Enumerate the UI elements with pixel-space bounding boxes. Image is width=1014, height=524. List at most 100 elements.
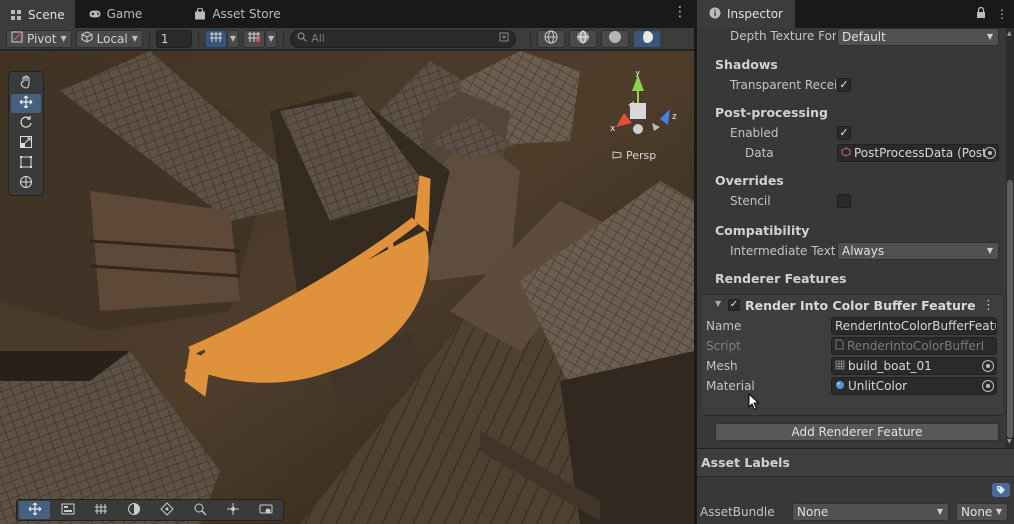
- feature-name-label: Name: [706, 319, 742, 333]
- search-icon: [297, 32, 307, 45]
- transparent-receive-label: Transparent Recei: [730, 78, 836, 92]
- grid-snap-icon: [209, 31, 223, 46]
- transform-tool[interactable]: [11, 174, 41, 193]
- toolbar-divider: [148, 30, 150, 47]
- transparent-receive-checkbox[interactable]: ✓: [837, 78, 851, 92]
- stencil-label: Stencil: [730, 194, 771, 208]
- tab-asset-store[interactable]: Asset Store: [184, 0, 290, 28]
- asset-labels-header[interactable]: Asset Labels: [697, 449, 1014, 477]
- chevron-down-icon: ▼: [131, 34, 138, 43]
- assetbundle-variant-dropdown[interactable]: None ▼: [956, 503, 1008, 521]
- object-picker-icon[interactable]: [984, 147, 996, 159]
- scriptable-object-icon: [841, 146, 851, 160]
- feature-script-value: RenderIntoColorBufferI: [847, 339, 985, 353]
- hand-tool[interactable]: [11, 74, 41, 93]
- scroll-up-icon[interactable]: ▲: [1007, 30, 1012, 37]
- object-picker-icon[interactable]: [982, 360, 994, 372]
- intermediate-texture-label: Intermediate Textu: [730, 244, 836, 258]
- overlay-camera-button[interactable]: [250, 501, 281, 519]
- pivot-dropdown[interactable]: Pivot ▼: [6, 29, 72, 48]
- feature-foldout-icon[interactable]: ▼: [715, 299, 721, 308]
- depth-texture-label: Depth Texture Forı: [730, 29, 836, 43]
- feature-name-field[interactable]: RenderIntoColorBufferFeatu: [831, 317, 997, 335]
- intermediate-texture-dropdown[interactable]: Always ▼: [837, 242, 999, 260]
- scene-menu-icon[interactable]: ⋮: [673, 4, 687, 20]
- hand-icon: [19, 75, 33, 92]
- shaded-sphere-icon: [640, 30, 654, 47]
- script-file-icon: [835, 339, 844, 353]
- pivot-icon: [11, 31, 23, 46]
- pp-data-field[interactable]: PostProcessData (Post: [837, 144, 999, 162]
- object-picker-icon[interactable]: [982, 380, 994, 392]
- feature-mesh-field[interactable]: build_boat_01: [831, 357, 997, 375]
- wireframe-sphere-icon: [544, 30, 558, 47]
- feature-mesh-label: Mesh: [706, 359, 738, 373]
- rect-tool[interactable]: [11, 154, 41, 173]
- checkmark-icon: ✓: [839, 78, 849, 91]
- overlay-navigation-button[interactable]: [151, 501, 182, 519]
- transform-tools: [8, 71, 44, 196]
- feature-material-field[interactable]: UnlitColor: [831, 377, 997, 395]
- pan-icon: [226, 502, 240, 519]
- tag-icon[interactable]: [992, 483, 1010, 497]
- tab-scene[interactable]: Scene: [0, 0, 75, 28]
- add-renderer-feature-button[interactable]: Add Renderer Feature: [715, 423, 999, 441]
- overlay-move-button[interactable]: [19, 501, 50, 519]
- feature-material-value: UnlitColor: [848, 379, 908, 393]
- tab-scene-label: Scene: [28, 8, 65, 22]
- grid-visibility-dropdown[interactable]: ▼: [265, 29, 278, 48]
- pp-data-value: PostProcessData (Post: [854, 146, 987, 160]
- stencil-checkbox[interactable]: [837, 194, 851, 208]
- gamepad-icon: [89, 8, 101, 20]
- bag-icon: [194, 8, 206, 20]
- lock-icon[interactable]: [976, 6, 986, 22]
- grid-snap-toggle[interactable]: [204, 29, 227, 48]
- compatibility-header: Compatibility: [715, 223, 810, 238]
- scene-search-input[interactable]: All: [290, 29, 517, 48]
- scroll-down-icon[interactable]: ▼: [1007, 438, 1012, 445]
- move-arrows-icon: [28, 502, 42, 519]
- assetbundle-variant-value: None: [961, 505, 993, 519]
- tab-inspector[interactable]: Inspector: [697, 0, 795, 28]
- postprocessing-header: Post-processing: [715, 105, 828, 120]
- shaded-wireframe-button[interactable]: [569, 29, 598, 48]
- scale-tool[interactable]: [11, 134, 41, 153]
- tab-game[interactable]: Game: [79, 0, 153, 28]
- search-options-icon[interactable]: [499, 32, 509, 45]
- move-tool[interactable]: [11, 94, 41, 113]
- rotate-tool[interactable]: [11, 114, 41, 133]
- unlit-shading-button[interactable]: [601, 29, 630, 48]
- chevron-down-icon: ▼: [229, 34, 237, 43]
- chevron-down-icon: ▼: [268, 34, 275, 43]
- transform-icon: [19, 175, 33, 192]
- overlay-grid-button[interactable]: [85, 501, 116, 519]
- overlay-lighting-button[interactable]: [118, 501, 149, 519]
- perspective-icon: [612, 149, 622, 162]
- overrides-header: Overrides: [715, 173, 784, 188]
- shadows-header: Shadows: [715, 57, 778, 72]
- inspector-scrollbar[interactable]: ▲ ▼: [1006, 28, 1014, 448]
- depth-texture-dropdown[interactable]: Default ▼: [837, 28, 999, 46]
- pp-enabled-checkbox[interactable]: ✓: [837, 126, 851, 140]
- assetbundle-dropdown[interactable]: None ▼: [792, 503, 949, 521]
- scene-viewport[interactable]: y x z Persp: [0, 51, 694, 524]
- shaded-button[interactable]: [633, 29, 662, 48]
- feature-enabled-checkbox[interactable]: ✓: [728, 299, 740, 311]
- increment-snap-field[interactable]: 1: [155, 29, 192, 48]
- overlay-zoom-button[interactable]: [184, 501, 215, 519]
- grid-visibility-toggle[interactable]: [243, 29, 266, 48]
- overlay-panel-button[interactable]: [52, 501, 83, 519]
- grid-snap-dropdown[interactable]: ▼: [226, 29, 240, 48]
- feature-menu-icon[interactable]: ⋮: [982, 298, 995, 313]
- depth-texture-value: Default: [842, 30, 886, 44]
- inspector-content: Depth Texture Forı Default ▼ Shadows Tra…: [697, 28, 1006, 448]
- inspector-tabbar: Inspector ⋮: [697, 0, 1014, 28]
- wireframe-shading-button[interactable]: [537, 29, 566, 48]
- projection-toggle[interactable]: Persp: [612, 149, 656, 162]
- scrollbar-thumb[interactable]: [1007, 180, 1013, 438]
- panel-icon: [61, 503, 75, 518]
- local-dropdown[interactable]: Local ▼: [75, 29, 143, 48]
- inspector-menu-icon[interactable]: ⋮: [996, 7, 1008, 22]
- intermediate-texture-value: Always: [842, 244, 885, 258]
- overlay-pan-button[interactable]: [217, 501, 248, 519]
